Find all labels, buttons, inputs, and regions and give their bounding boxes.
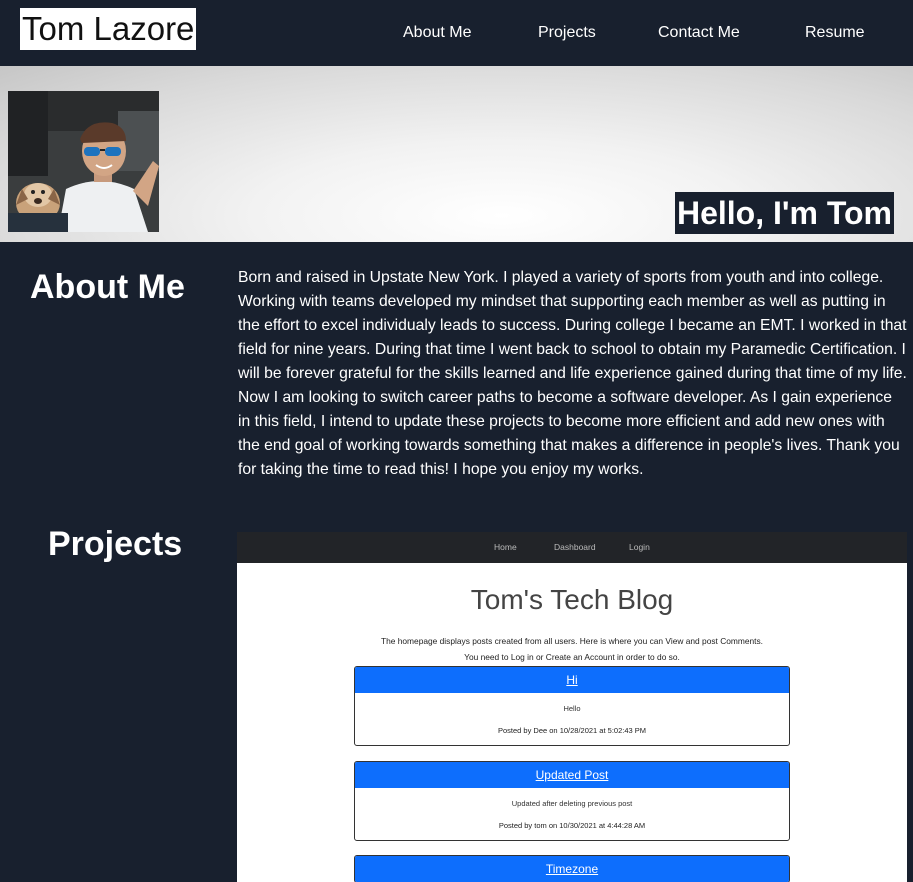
preview-nav-login: Login [629,542,650,552]
preview-post-body: Hello Posted by Dee on 10/28/2021 at 5:0… [355,693,789,745]
preview-post-card: Hi Hello Posted by Dee on 10/28/2021 at … [354,666,790,746]
about-heading: About Me [30,268,185,306]
nav-contact-me[interactable]: Contact Me [658,22,740,44]
hero-greeting: Hello, I'm Tom [674,192,894,234]
preview-post-title: Hi [355,667,789,693]
preview-post-title: Timezone [355,856,789,882]
preview-nav-dashboard: Dashboard [554,542,596,552]
preview-title: Tom's Tech Blog [470,584,674,615]
nav-projects[interactable]: Projects [538,22,596,44]
preview-nav-home: Home [494,542,517,552]
preview-post-card: Updated Post Updated after deleting prev… [354,761,790,841]
profile-photo [8,91,159,232]
preview-post-card: Timezone [354,855,790,882]
hero-banner: Hello, I'm Tom [0,66,913,242]
site-logo[interactable]: Tom Lazore [20,8,197,50]
preview-description-line1: The homepage displays posts created from… [380,636,764,646]
nav-resume[interactable]: Resume [805,22,865,44]
preview-post-title: Updated Post [355,762,789,788]
project-preview-tech-blog[interactable]: Home Dashboard Login Tom's Tech Blog The… [237,532,907,882]
preview-post-meta: Posted by tom on 10/30/2021 at 4:44:28 A… [498,821,646,830]
preview-post-content: Hello [563,704,581,713]
site-header: Tom Lazore About Me Projects Contact Me … [0,0,913,66]
preview-post-content: Updated after deleting previous post [511,799,633,808]
nav-about-me[interactable]: About Me [403,22,471,44]
preview-post-meta: Posted by Dee on 10/28/2021 at 5:02:43 P… [497,726,647,735]
preview-post-body: Updated after deleting previous post Pos… [355,788,789,840]
about-paragraph: Born and raised in Upstate New York. I p… [238,269,907,478]
preview-navbar: Home Dashboard Login [237,532,907,563]
projects-heading: Projects [48,525,183,563]
preview-description-line2: You need to Log in or Create an Account … [464,652,680,662]
